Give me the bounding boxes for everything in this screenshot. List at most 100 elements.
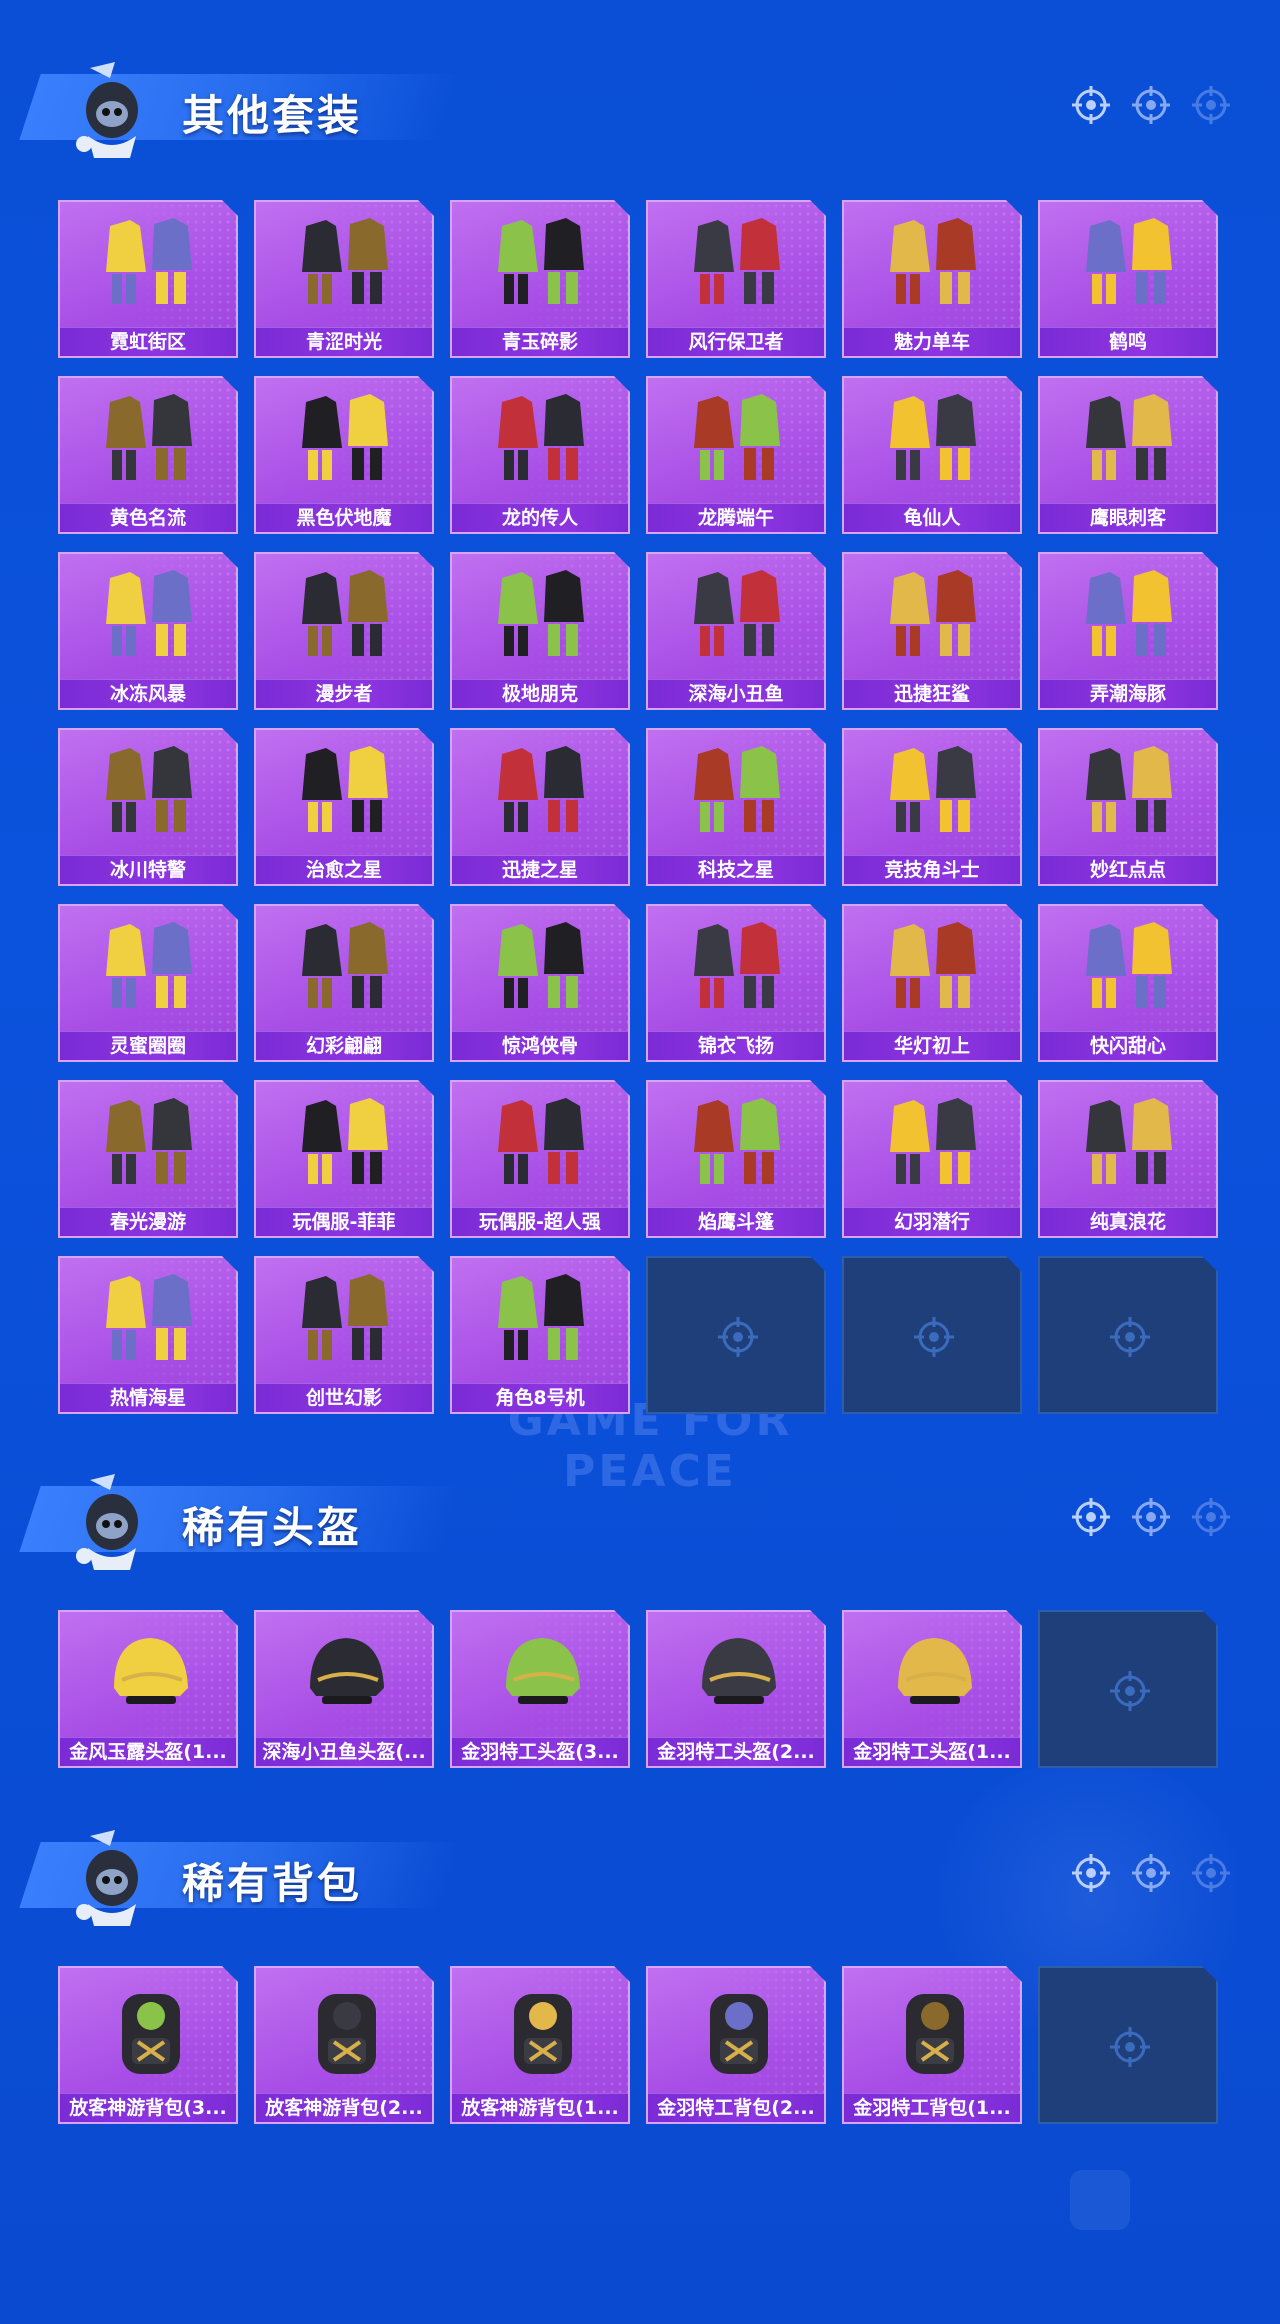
section-title: 稀有背包 [182,1859,363,1908]
outfit-item-card[interactable]: 角色8号机 [450,1256,630,1414]
header-decor-icons [1070,1852,1232,1894]
header-decor-icons [1070,84,1232,126]
empty-slot [1038,1610,1218,1768]
outfit-item-card[interactable]: 霓虹街区 [58,200,238,358]
item-label: 焰鹰斗篷 [648,1207,824,1236]
empty-slot [1038,1256,1218,1414]
outfit-thumbnail [106,394,192,480]
outfit-item-card[interactable]: 幻羽潜行 [842,1080,1022,1238]
crosshair-icon [1072,86,1110,124]
outfit-item-card[interactable]: 科技之星 [646,728,826,886]
backpack-item-card[interactable]: 金羽特工背包(2... [646,1966,826,2124]
outfit-item-card[interactable]: 玩偶服-菲菲 [254,1080,434,1238]
outfit-item-card[interactable]: 快闪甜心 [1038,904,1218,1062]
outfit-thumbnail [890,218,976,304]
section-title: 稀有头盔 [182,1503,363,1552]
outfit-item-card[interactable]: 迅捷狂鲨 [842,552,1022,710]
section-header: 稀有背包 [0,1814,1280,1934]
outfit-thumbnail [302,922,388,1008]
outfit-item-card[interactable]: 鹰眼刺客 [1038,376,1218,534]
helmet-item-card[interactable]: 金羽特工头盔(3... [450,1610,630,1768]
outfit-item-card[interactable]: 治愈之星 [254,728,434,886]
helmet-item-card[interactable]: 金羽特工头盔(2... [646,1610,826,1768]
outfit-item-card[interactable]: 龙的传人 [450,376,630,534]
crosshair-icon [1192,86,1230,124]
outfit-item-card[interactable]: 妙红点点 [1038,728,1218,886]
outfit-item-card[interactable]: 热情海星 [58,1256,238,1414]
outfit-thumbnail [498,746,584,832]
outfit-item-card[interactable]: 龟仙人 [842,376,1022,534]
item-label: 鹰眼刺客 [1040,503,1216,532]
item-label: 竞技角斗士 [844,855,1020,884]
outfit-item-card[interactable]: 漫步者 [254,552,434,710]
outfit-item-card[interactable]: 极地朋克 [450,552,630,710]
outfit-thumbnail [302,746,388,832]
crosshair-icon [1110,2027,1150,2067]
outfit-thumbnail [1086,394,1172,480]
outfit-item-card[interactable]: 黄色名流 [58,376,238,534]
outfit-item-card[interactable]: 冰冻风暴 [58,552,238,710]
helmet-item-card[interactable]: 金羽特工头盔(1... [842,1610,1022,1768]
item-label: 快闪甜心 [1040,1031,1216,1060]
outfit-item-card[interactable]: 纯真浪花 [1038,1080,1218,1238]
item-label: 风行保卫者 [648,327,824,356]
helmet-item-card[interactable]: 深海小丑鱼头盔(... [254,1610,434,1768]
crosshair-icon [1132,1854,1170,1892]
outfit-item-card[interactable]: 深海小丑鱼 [646,552,826,710]
outfit-item-card[interactable]: 灵蜜圈圈 [58,904,238,1062]
outfit-item-card[interactable]: 鹤鸣 [1038,200,1218,358]
outfit-item-card[interactable]: 幻彩翩翩 [254,904,434,1062]
outfit-item-card[interactable]: 龙腾端午 [646,376,826,534]
outfit-item-card[interactable]: 青玉碎影 [450,200,630,358]
backpack-item-card[interactable]: 放客神游背包(3... [58,1966,238,2124]
outfit-thumbnail [890,746,976,832]
item-label: 创世幻影 [256,1383,432,1412]
outfit-thumbnail [694,570,780,656]
crate-decoration [1070,2170,1130,2230]
item-label: 迅捷之星 [452,855,628,884]
crosshair-icon [1072,1854,1110,1892]
crosshair-icon [1192,1498,1230,1536]
section-header: 稀有头盔 [0,1458,1280,1578]
outfit-item-card[interactable]: 惊鸿侠骨 [450,904,630,1062]
crosshair-icon [1110,1317,1150,1357]
outfit-thumbnail [694,746,780,832]
backpack-item-card[interactable]: 放客神游背包(2... [254,1966,434,2124]
crosshair-icon [914,1317,954,1357]
outfit-item-card[interactable]: 魅力单车 [842,200,1022,358]
outfit-thumbnail [106,570,192,656]
item-label: 魅力单车 [844,327,1020,356]
outfit-item-card[interactable]: 华灯初上 [842,904,1022,1062]
section-rare-helmets: 稀有头盔 金风玉露头盔(1... 深海小丑鱼头盔(... 金羽特工头盔(3...… [0,1458,1280,1768]
outfit-thumbnail [1086,218,1172,304]
outfit-item-card[interactable]: 迅捷之星 [450,728,630,886]
item-label: 春光漫游 [60,1207,236,1236]
item-label: 玩偶服-菲菲 [256,1207,432,1236]
outfit-thumbnail [302,218,388,304]
outfit-item-card[interactable]: 锦衣飞扬 [646,904,826,1062]
helmet-item-card[interactable]: 金风玉露头盔(1... [58,1610,238,1768]
item-label: 鹤鸣 [1040,327,1216,356]
outfit-item-card[interactable]: 风行保卫者 [646,200,826,358]
crosshair-icon [1072,1498,1110,1536]
backpack-item-card[interactable]: 金羽特工背包(1... [842,1966,1022,2124]
outfit-thumbnail [890,394,976,480]
helmet-thumbnail [702,1638,776,1704]
outfit-item-card[interactable]: 竞技角斗士 [842,728,1022,886]
item-label: 青玉碎影 [452,327,628,356]
item-label: 放客神游背包(2... [256,2093,432,2122]
outfit-item-card[interactable]: 创世幻影 [254,1256,434,1414]
outfit-item-card[interactable]: 焰鹰斗篷 [646,1080,826,1238]
outfit-item-card[interactable]: 黑色伏地魔 [254,376,434,534]
outfit-thumbnail [498,922,584,1008]
outfit-item-card[interactable]: 春光漫游 [58,1080,238,1238]
outfit-item-card[interactable]: 弄潮海豚 [1038,552,1218,710]
item-label: 青涩时光 [256,327,432,356]
outfit-item-card[interactable]: 玩偶服-超人强 [450,1080,630,1238]
backpack-item-card[interactable]: 放客神游背包(1... [450,1966,630,2124]
outfit-thumbnail [302,1274,388,1360]
mascot-icon [76,1830,138,1926]
outfit-item-card[interactable]: 青涩时光 [254,200,434,358]
outfit-item-card[interactable]: 冰川特警 [58,728,238,886]
item-label: 金风玉露头盔(1... [60,1737,236,1766]
